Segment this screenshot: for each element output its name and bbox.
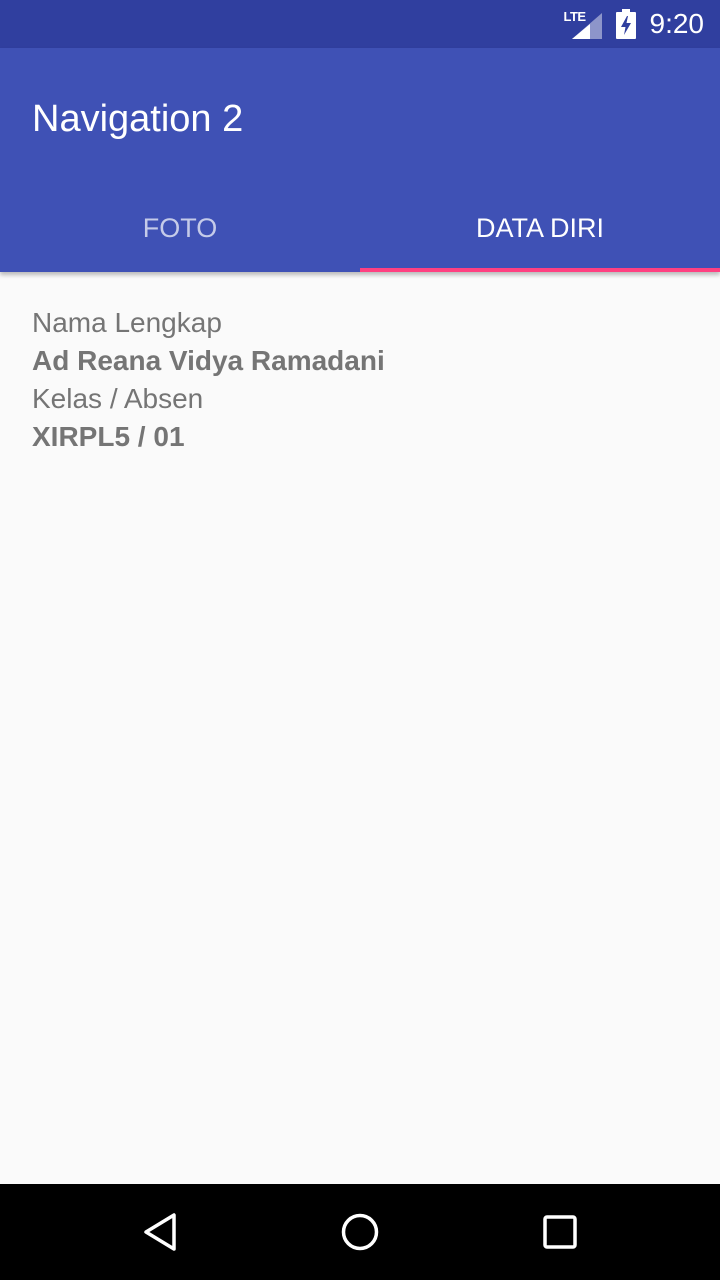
- name-label: Nama Lengkap: [32, 307, 222, 338]
- tab-data-diri[interactable]: DATA DIRI: [360, 184, 720, 272]
- back-icon: [144, 1213, 176, 1251]
- name-value: Ad Reana Vidya Ramadani: [32, 345, 385, 376]
- class-value: XIRPL5 / 01: [32, 421, 185, 452]
- navigation-bar: [0, 1184, 720, 1280]
- lte-signal-icon: LTE: [564, 9, 602, 39]
- class-label: Kelas / Absen: [32, 383, 204, 414]
- status-bar: LTE 9:20: [0, 0, 720, 48]
- app-bar: Navigation 2 FOTO DATA DIRI: [0, 48, 720, 272]
- recents-button[interactable]: [536, 1208, 584, 1256]
- tab-foto-label: FOTO: [142, 212, 218, 243]
- home-button[interactable]: [336, 1208, 384, 1256]
- profile-details: Nama Lengkap Ad Reana Vidya Ramadani Kel…: [32, 304, 385, 456]
- status-clock: 9:20: [649, 8, 705, 39]
- app-title: Navigation 2: [32, 98, 244, 140]
- recents-icon: [543, 1215, 577, 1249]
- home-icon: [341, 1213, 379, 1251]
- tab-data-diri-label: DATA DIRI: [475, 212, 604, 243]
- tab-bar: FOTO DATA DIRI: [0, 184, 720, 272]
- tab-foto[interactable]: FOTO: [0, 184, 360, 272]
- battery-charging-icon: [615, 9, 636, 39]
- back-button[interactable]: [136, 1208, 184, 1256]
